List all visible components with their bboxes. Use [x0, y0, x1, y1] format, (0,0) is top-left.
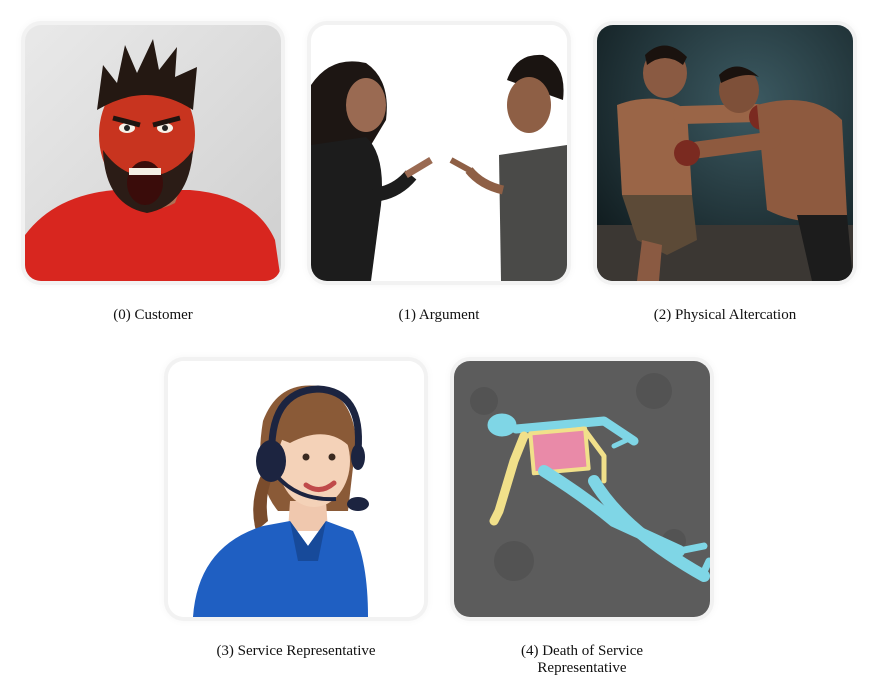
caption-death-of-service-representative: (4) Death of Service Representative — [520, 643, 644, 676]
argument-image — [311, 25, 567, 281]
caption-argument: (1) Argument — [398, 307, 480, 323]
caption-service-representative: (3) Service Representative — [216, 643, 376, 659]
service-representative-image — [168, 361, 424, 617]
customer-image — [25, 25, 281, 281]
caption-customer: (0) Customer — [113, 307, 193, 323]
death-of-service-representative-image — [454, 361, 710, 617]
caption-physical-altercation: (2) Physical Altercation — [653, 307, 797, 323]
physical-altercation-image — [597, 25, 853, 281]
